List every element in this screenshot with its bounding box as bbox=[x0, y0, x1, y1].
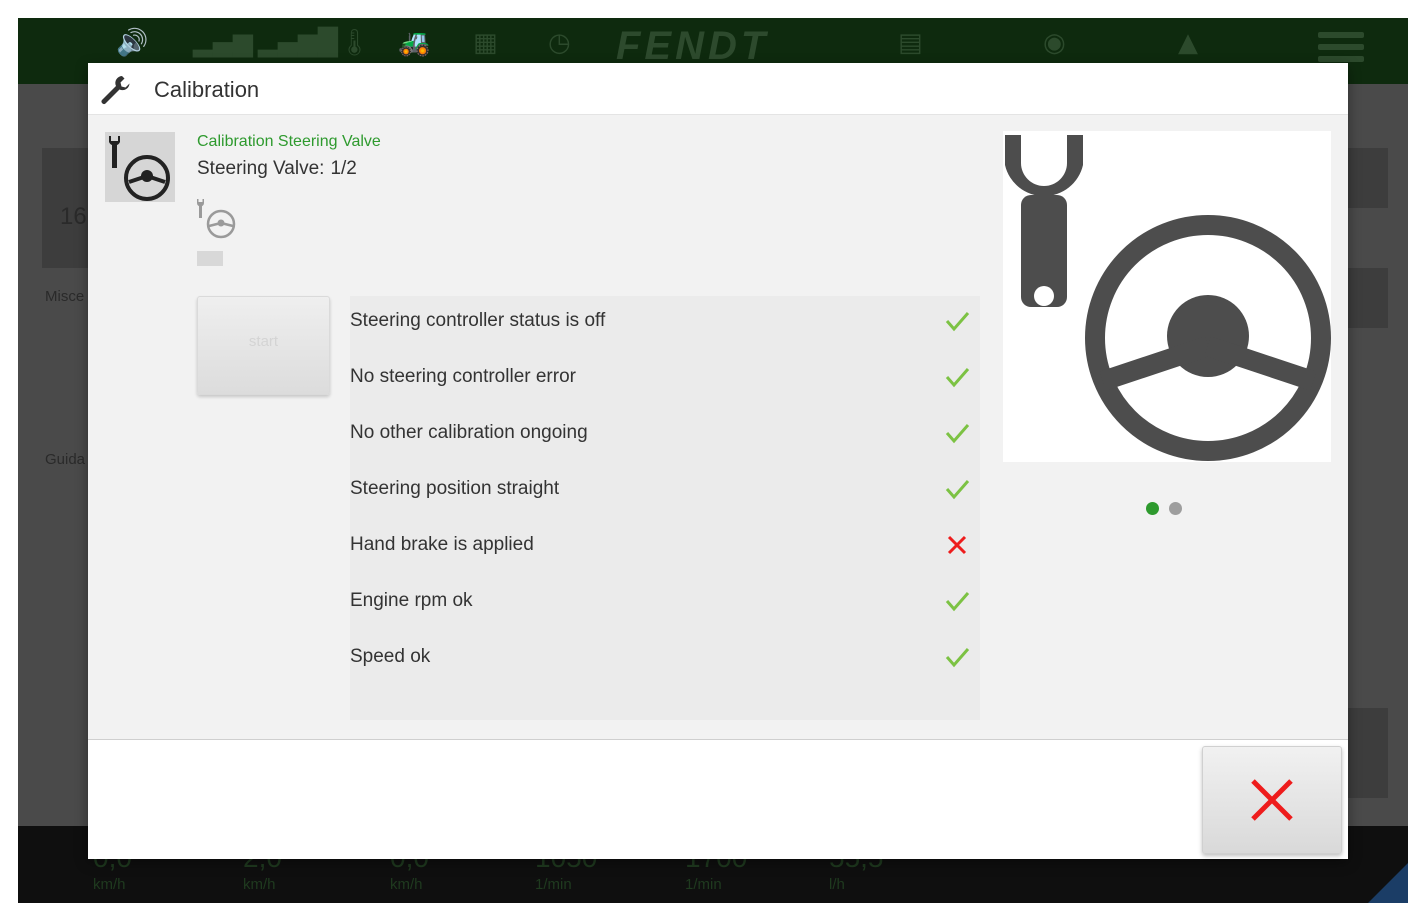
check-label: No steering controller error bbox=[350, 366, 576, 387]
clock-icon: ◷ bbox=[548, 28, 571, 58]
page-dot-active[interactable] bbox=[1146, 502, 1159, 515]
dialog-title: Calibration bbox=[154, 77, 260, 102]
check-label: No other calibration ongoing bbox=[350, 422, 588, 443]
steering-calibration-icon bbox=[105, 132, 175, 202]
checkmark-icon bbox=[945, 424, 970, 444]
rpm-unit: 1/min bbox=[685, 876, 722, 893]
menu-icon bbox=[1318, 32, 1364, 66]
background-panel bbox=[1348, 268, 1388, 328]
rpm-unit: 1/min bbox=[535, 876, 572, 893]
precondition-checklist: Steering controller status is off No ste… bbox=[350, 296, 980, 720]
calibration-illustration bbox=[1003, 131, 1331, 462]
temperature-icon: 🌡 bbox=[338, 28, 372, 58]
dialog-header: Calibration bbox=[88, 63, 1348, 115]
field-icon: ▲ bbox=[1178, 28, 1198, 58]
check-item: Speed ok bbox=[350, 638, 980, 678]
fuel-unit: l/h bbox=[829, 876, 845, 893]
speed-unit: km/h bbox=[243, 876, 276, 893]
notes-icon: ▤ bbox=[898, 28, 923, 58]
check-label: Speed ok bbox=[350, 646, 431, 667]
background-panel bbox=[1348, 148, 1388, 208]
check-label: Hand brake is applied bbox=[350, 534, 534, 555]
start-button[interactable]: start bbox=[197, 296, 330, 395]
check-item: Hand brake is applied bbox=[350, 526, 980, 566]
corner-indicator bbox=[1368, 863, 1408, 903]
page-indicator bbox=[1146, 502, 1192, 520]
checkmark-icon bbox=[945, 648, 970, 668]
check-item: No steering controller error bbox=[350, 358, 980, 398]
checkmark-icon bbox=[945, 592, 970, 612]
page-dot[interactable] bbox=[1169, 502, 1182, 515]
calibration-dialog: Calibration Calibration Steering Valve S… bbox=[88, 63, 1348, 859]
dialog-footer bbox=[88, 739, 1348, 859]
check-label: Steering position straight bbox=[350, 478, 560, 499]
fail-x-icon bbox=[947, 535, 967, 555]
check-label: Engine rpm ok bbox=[350, 590, 473, 611]
steering-wrench-icon bbox=[1005, 135, 1331, 461]
background-label: Guida bbox=[45, 451, 86, 468]
close-icon bbox=[1251, 779, 1293, 821]
background-label: Misce bbox=[45, 288, 85, 305]
steering-calibration-small-icon bbox=[197, 199, 236, 239]
alert-icon: ◉ bbox=[1043, 28, 1066, 58]
background-label: 16 bbox=[60, 203, 87, 230]
check-item: Steering controller status is off bbox=[350, 302, 980, 342]
status-indicator bbox=[197, 251, 223, 266]
keyboard-icon: ▦ bbox=[473, 28, 498, 58]
signal-icon: ▂▄▆ bbox=[193, 28, 253, 58]
close-button[interactable] bbox=[1202, 746, 1342, 854]
volume-icon: 🔊 bbox=[116, 28, 149, 58]
steering-valve-value: 1/2 bbox=[330, 158, 357, 179]
wrench-icon bbox=[101, 76, 130, 104]
check-item: Steering position straight bbox=[350, 470, 980, 510]
checkmark-icon bbox=[945, 312, 970, 332]
check-item: No other calibration ongoing bbox=[350, 414, 980, 454]
check-item: Engine rpm ok bbox=[350, 582, 980, 622]
steering-valve-label: Steering Valve: bbox=[197, 158, 325, 179]
steering-valve-status: Steering Valve: 1/2 bbox=[197, 158, 357, 180]
gps-signal-icon: ▂▄▆█ bbox=[258, 28, 338, 58]
tractor-icon: 🚜 bbox=[398, 28, 431, 58]
check-label: Steering controller status is off bbox=[350, 310, 606, 331]
speed-unit: km/h bbox=[390, 876, 423, 893]
calibration-subtitle: Calibration Steering Valve bbox=[197, 133, 381, 150]
background-panel bbox=[1348, 708, 1388, 798]
checkmark-icon bbox=[945, 480, 970, 500]
checkmark-icon bbox=[945, 368, 970, 388]
speed-unit: km/h bbox=[93, 876, 126, 893]
